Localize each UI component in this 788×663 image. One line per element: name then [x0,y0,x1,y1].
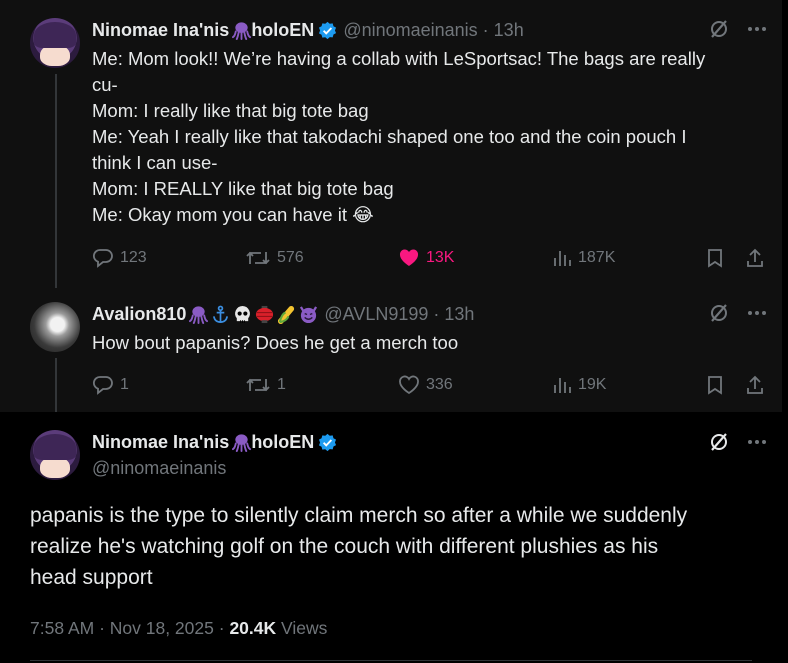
octopus-icon [232,22,252,40]
tweet-header: Ninomae Ina'nis holoEN [92,432,337,453]
verified-badge-icon [319,21,337,40]
tweet-header: Avalion810 @AVLN9199 · 13h [92,304,475,325]
repost-icon [246,251,270,265]
reply-icon [92,249,113,268]
corn-icon [278,305,295,324]
repost-icon [246,378,270,392]
anchor-icon [213,305,229,323]
more-options-icon[interactable] [747,303,767,323]
tweet-1[interactable]: Ninomae Ina'nis holoEN @ninomaeinanis · … [0,0,782,288]
like-count: 13K [426,249,455,266]
share-icon[interactable] [745,247,765,269]
view-count: 187K [578,249,616,266]
verified-badge-icon [319,433,337,452]
author-handle[interactable]: @ninomaeinanis [92,458,226,479]
share-icon[interactable] [745,374,765,396]
octopus-icon [232,434,252,452]
views-button[interactable]: 187K [552,248,615,268]
heart-icon [399,375,419,395]
avatar[interactable] [30,18,80,68]
tweet-time[interactable]: 13h [494,20,524,41]
author-suffix[interactable]: holoEN [251,20,314,41]
tweet-time[interactable]: 13h [444,304,474,325]
tweet-top-icons [709,432,767,452]
skull-icon [235,305,251,324]
tweet-text: Me: Mom look!! We’re having a collab wit… [92,46,705,228]
more-options-icon[interactable] [747,19,767,39]
repost-button[interactable]: 1 [245,375,286,395]
thread-line [55,74,57,288]
like-button[interactable]: 336 [398,375,453,395]
text-line: Mom: I really like that big tote bag [92,100,369,121]
author-handle[interactable]: @ninomaeinanis [343,20,477,41]
views-count: 20.4K [229,618,277,638]
author-name[interactable]: Avalion810 [92,304,186,325]
repost-count: 576 [277,249,304,266]
divider [30,660,752,661]
more-options-icon[interactable] [747,432,767,452]
reply-count: 123 [120,249,147,266]
views-label: Views [281,618,328,638]
view-count: 19K [578,376,607,393]
tweet-timestamp[interactable]: 7:58 AM · Nov 18, 2025 [30,618,214,638]
tweet-header: Ninomae Ina'nis holoEN @ninomaeinanis · … [92,20,524,41]
text-line: realize he's watching golf on the couch … [30,535,659,558]
tweet-text: papanis is the type to silently claim me… [30,500,687,593]
like-count: 336 [426,376,453,393]
text-line: Me: Okay mom you can have it 😂 [92,204,374,225]
repost-button[interactable]: 576 [245,248,304,268]
tweet-2[interactable]: Avalion810 @AVLN9199 · 13h How bout papa… [0,288,782,412]
analytics-icon [554,251,571,266]
text-line: Me: Yeah I really like that takodachi sh… [92,126,687,147]
thread-line [55,358,57,412]
lantern-icon [256,305,274,324]
text-line: papanis is the type to silently claim me… [30,504,688,527]
author-handle[interactable]: @AVLN9199 [324,304,428,325]
text-line: Me: Mom look!! We’re having a collab wit… [92,48,706,69]
bookmark-icon[interactable] [706,248,724,268]
like-button[interactable]: 13K [398,248,454,268]
author-name[interactable]: Ninomae Ina'nis [92,432,229,453]
tweet-text: How bout papanis? Does he get a merch to… [92,330,458,356]
reply-icon [92,376,113,395]
text-line: head support [30,566,153,589]
tweet-top-icons [709,19,767,39]
reply-button[interactable]: 1 [92,375,129,395]
octopus-icon [189,306,209,324]
analytics-icon [554,378,571,393]
repost-count: 1 [277,376,286,393]
avatar[interactable] [30,430,80,480]
text-line: How bout papanis? Does he get a merch to… [92,332,459,353]
reply-count: 1 [120,376,129,393]
bookmark-icon[interactable] [706,375,724,395]
grok-icon[interactable] [709,303,729,323]
smiling-devil-icon [300,306,318,324]
text-line: Mom: I REALLY like that big tote bag [92,178,394,199]
heart-filled-icon [399,249,419,266]
tweet-meta: 7:58 AM · Nov 18, 2025 · 20.4K Views [30,618,328,638]
author-name[interactable]: Ninomae Ina'nis [92,20,229,41]
author-suffix[interactable]: holoEN [251,432,314,453]
reply-button[interactable]: 123 [92,248,147,268]
views-button[interactable]: 19K [552,375,606,395]
grok-icon[interactable] [709,19,729,39]
text-line: think I can use- [92,152,218,173]
tweet-top-icons [709,303,767,323]
text-line: cu- [92,74,118,95]
avatar[interactable] [30,302,80,352]
grok-icon[interactable] [709,432,729,452]
